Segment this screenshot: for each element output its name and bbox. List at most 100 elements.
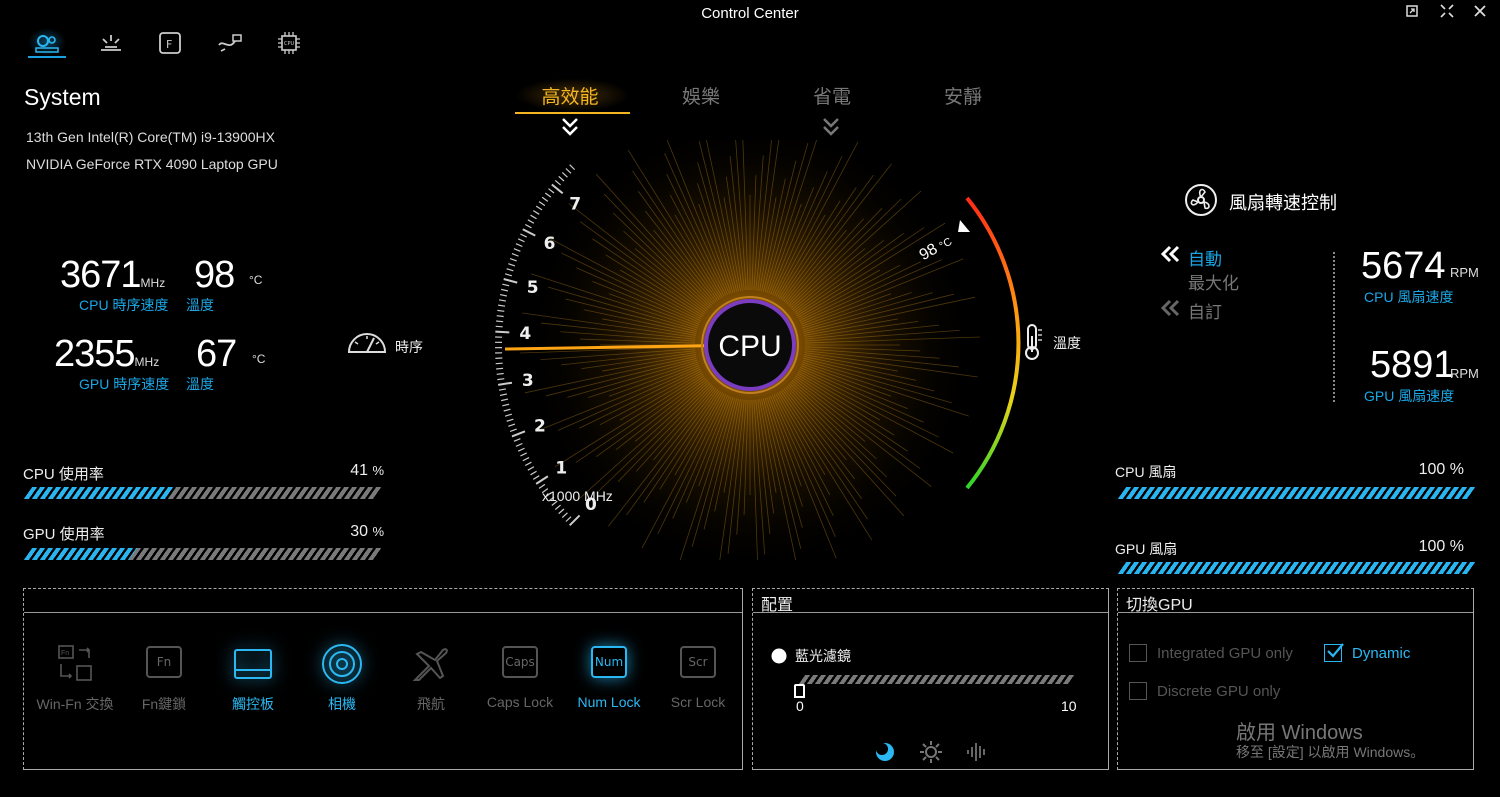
cpu-hub-label: CPU bbox=[718, 330, 781, 363]
cpu-fan-rpm: 5674 bbox=[1361, 245, 1446, 287]
scale-tick bbox=[520, 452, 527, 457]
key-toggle-4[interactable]: 飛航 bbox=[391, 640, 471, 714]
scale-tick bbox=[517, 447, 525, 452]
scale-tick bbox=[522, 228, 536, 237]
mode-tab-power-saving[interactable]: 省電 bbox=[772, 82, 892, 109]
scale-tick bbox=[497, 378, 505, 381]
scale-tick bbox=[513, 438, 521, 442]
cpu-fan-fill bbox=[1117, 487, 1477, 499]
scale-tick bbox=[508, 263, 516, 267]
scale-tick bbox=[565, 168, 572, 174]
gpu-fan-pct-sign: % bbox=[1449, 538, 1464, 555]
cpu-fan-value: 100 bbox=[1418, 461, 1446, 478]
temp-gauge-label: 溫度 bbox=[1053, 335, 1081, 351]
scale-tick bbox=[561, 512, 568, 519]
svg-text:Fn: Fn bbox=[61, 650, 69, 657]
scale-tick bbox=[499, 294, 508, 297]
blue-light-label: 藍光濾鏡 bbox=[795, 648, 851, 664]
cpu-temp-label: 溫度 bbox=[186, 297, 214, 313]
dynamic-gpu-checkbox[interactable] bbox=[1324, 643, 1344, 662]
scroll-lock-icon: Scr bbox=[674, 640, 722, 688]
scale-tick bbox=[501, 398, 509, 402]
sound-wave-icon[interactable] bbox=[965, 740, 989, 769]
discrete-gpu-checkbox[interactable] bbox=[1129, 682, 1147, 700]
scale-tick bbox=[554, 504, 561, 511]
gpu-temp-label: 溫度 bbox=[186, 376, 214, 392]
gpu-usage-pct-sign: % bbox=[372, 524, 384, 539]
camera-icon bbox=[318, 640, 366, 688]
key-toggle-1[interactable]: Fn Fn鍵鎖 bbox=[124, 640, 204, 714]
cpu-fan-label: CPU 風扇 bbox=[1115, 464, 1177, 480]
key-toggle-label: Fn鍵鎖 bbox=[141, 696, 187, 712]
sun-icon[interactable] bbox=[919, 740, 943, 769]
fan-mode-custom[interactable]: 自訂 bbox=[1188, 298, 1222, 323]
scale-tick bbox=[515, 243, 523, 248]
restore-icon[interactable] bbox=[1402, 4, 1422, 24]
system-settings-icon[interactable] bbox=[28, 28, 66, 58]
fan-mode-max[interactable]: 最大化 bbox=[1188, 269, 1239, 294]
scale-tick bbox=[497, 309, 505, 312]
key-toggle-5[interactable]: Caps Caps Lock bbox=[480, 640, 560, 710]
moon-icon[interactable] bbox=[874, 741, 896, 768]
scale-tick bbox=[499, 393, 508, 396]
num-lock-icon: Num bbox=[585, 640, 633, 688]
key-toggle-2[interactable]: 觸控板 bbox=[213, 640, 293, 714]
fn-key-icon[interactable]: F bbox=[151, 28, 189, 58]
scale-tick bbox=[496, 367, 504, 370]
gpu-clock-unit: MHz bbox=[134, 355, 160, 369]
fan-mode-auto[interactable]: 自動 bbox=[1188, 245, 1222, 270]
dynamic-gpu-label: Dynamic bbox=[1352, 644, 1411, 662]
mode-tab-quiet[interactable]: 安靜 bbox=[903, 82, 1023, 109]
dynamic-gpu-option[interactable]: Dynamic bbox=[1324, 643, 1411, 662]
scale-tick bbox=[498, 304, 506, 307]
cpu-chip-icon[interactable]: CPU bbox=[270, 28, 308, 58]
hdmi-cable-icon[interactable] bbox=[210, 28, 248, 58]
scale-tick bbox=[561, 171, 568, 178]
key-toggle-6[interactable]: Num Num Lock bbox=[569, 640, 649, 710]
temp-marker-icon bbox=[958, 220, 970, 232]
compact-icon[interactable] bbox=[1437, 4, 1457, 24]
cpu-fan-bar bbox=[1117, 487, 1477, 499]
gpu-temp-value: 67 bbox=[196, 333, 237, 375]
chevron-down-icon bbox=[821, 116, 841, 143]
touchpad-icon bbox=[229, 640, 277, 688]
key-toggle-3[interactable]: 相機 bbox=[302, 640, 382, 714]
scale-tick bbox=[501, 288, 509, 292]
cpu-usage-pct-sign: % bbox=[372, 463, 384, 478]
gpu-fan-rpm: 5891 bbox=[1370, 344, 1455, 386]
scale-tick bbox=[496, 320, 504, 323]
scale-tick bbox=[558, 175, 565, 182]
scale-tick bbox=[554, 179, 561, 186]
cpu-temp-unit: °C bbox=[249, 273, 263, 287]
scale-tick bbox=[498, 388, 507, 391]
chevron-left-icon bbox=[1158, 299, 1182, 322]
gpu-usage-bar bbox=[23, 548, 383, 560]
close-icon[interactable] bbox=[1470, 4, 1490, 24]
mode-tab-performance[interactable]: 高效能 bbox=[510, 82, 630, 109]
caps-lock-keycap: Caps bbox=[502, 646, 538, 678]
key-toggle-7[interactable]: Scr Scr Lock bbox=[658, 640, 738, 710]
cpu-usage-fill bbox=[23, 487, 176, 499]
discrete-gpu-option[interactable]: Discrete GPU only bbox=[1129, 682, 1280, 700]
scale-label: 5 bbox=[527, 278, 539, 298]
integrated-gpu-label: Integrated GPU only bbox=[1157, 644, 1293, 662]
chevron-left-icon bbox=[1158, 245, 1182, 268]
cpu-fan-rpm-unit: RPM bbox=[1450, 265, 1479, 280]
scale-tick bbox=[511, 430, 526, 438]
integrated-gpu-option[interactable]: Integrated GPU only bbox=[1129, 644, 1293, 662]
scale-tick bbox=[503, 278, 518, 284]
blue-light-slider-track[interactable] bbox=[798, 675, 1076, 684]
scale-tick bbox=[544, 192, 552, 198]
mode-tab-entertainment[interactable]: 娛樂 bbox=[641, 82, 761, 109]
integrated-gpu-checkbox[interactable] bbox=[1129, 644, 1147, 662]
activate-windows-title: 啟用 Windows bbox=[1236, 722, 1363, 744]
blue-light-slider-thumb[interactable] bbox=[794, 684, 805, 698]
fan-control-title: 風扇轉速控制 bbox=[1229, 193, 1337, 213]
scale-label: 2 bbox=[534, 417, 546, 437]
lighting-icon[interactable] bbox=[92, 28, 130, 58]
key-toggle-label: 飛航 bbox=[417, 696, 445, 712]
cpu-fan-rpm-label: CPU 風扇速度 bbox=[1364, 289, 1454, 305]
scale-tick bbox=[503, 408, 511, 412]
key-toggle-0[interactable]: Fn Win-Fn 交換 bbox=[35, 640, 115, 714]
scale-tick bbox=[530, 470, 537, 476]
